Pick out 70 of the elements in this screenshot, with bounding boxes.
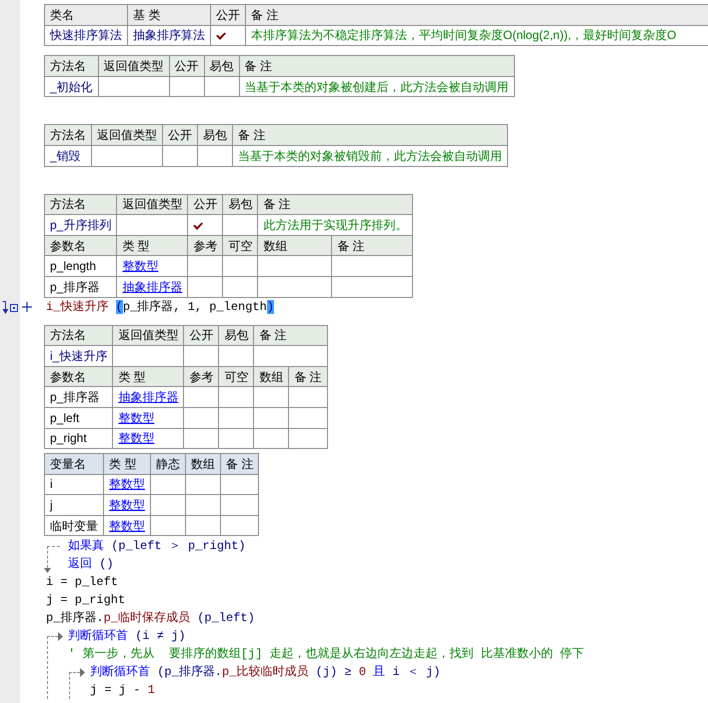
column-header: 参考: [188, 235, 223, 256]
table-cell: p_升序排列: [44, 214, 117, 236]
column-header: 公开: [162, 124, 198, 146]
column-header: 备 注: [254, 325, 328, 346]
table-cell: _销毁: [44, 145, 92, 166]
table-cell: p_length: [44, 256, 117, 276]
table-cell: p_排序器: [44, 386, 113, 408]
table-cell: 快速排序算法: [44, 25, 128, 46]
column-header: 静态: [150, 454, 186, 474]
code-line: 判断循环首 (p_排序器.p_比较临时成员 (j) ≥ 0 且 i ＜ j): [90, 664, 440, 682]
column-header: 易包: [218, 325, 254, 346]
column-header: 备 注: [258, 194, 413, 215]
table-cell: _初始化: [44, 76, 98, 97]
column-header: 类名: [44, 4, 128, 26]
table-cell: 当基于本类的对象被销毁前，此方法会被自动调用: [232, 145, 508, 166]
column-header: 返回值类型: [92, 124, 162, 146]
code-line: i = p_left: [46, 574, 118, 592]
table-cell: 临时变量: [44, 515, 104, 536]
column-header: 易包: [204, 56, 240, 76]
column-header: 数组: [186, 454, 220, 474]
code-line: 如果真 (p_left ＞ p_right): [68, 538, 246, 556]
code-line: p_排序器.p_临时保存成员 (p_left): [46, 610, 255, 628]
column-header: 方法名: [44, 194, 117, 215]
code-line: 返回 (): [68, 556, 114, 574]
column-header: 返回值类型: [112, 325, 184, 346]
code-line: j = p_right: [46, 592, 126, 610]
table-cell: p_left: [44, 407, 113, 428]
column-header: 类 型: [116, 235, 188, 256]
code-line: 判断循环首 (i ≠ j): [68, 628, 186, 646]
column-header: 返回值类型: [98, 56, 170, 76]
column-header: 公开: [210, 4, 246, 26]
column-header: 基 类: [128, 4, 210, 26]
table-cell: j: [44, 494, 104, 516]
column-header: 参数名: [44, 366, 113, 387]
column-header: 方法名: [44, 124, 92, 146]
code-line: i_快速升序 (p_排序器, 1, p_length): [46, 298, 274, 316]
column-header: 参数名: [44, 235, 117, 256]
column-header: 易包: [198, 124, 232, 146]
column-header: 公开: [184, 325, 219, 346]
table-cell: 此方法用于实现升序排列。: [258, 214, 413, 236]
column-header: 易包: [222, 194, 258, 215]
column-header: 返回值类型: [116, 194, 188, 215]
table-cell: p_right: [44, 428, 113, 449]
column-header: 方法名: [44, 56, 98, 76]
flow-line: [66, 668, 86, 700]
column-header: 方法名: [44, 325, 113, 346]
column-header: 公开: [169, 56, 204, 76]
table-cell: 当基于本类的对象被创建后，此方法会被自动调用: [239, 76, 514, 97]
code-line: j = j - 1: [90, 682, 155, 700]
column-header: 备 注: [288, 366, 328, 387]
column-header: 类 型: [104, 454, 150, 474]
table-cell: 抽象排序算法: [128, 25, 210, 46]
column-header: 参考: [184, 366, 219, 387]
flow-line: [44, 632, 64, 700]
column-header: 可空: [222, 235, 258, 256]
column-header: 备 注: [246, 4, 708, 26]
column-header: 类 型: [112, 366, 184, 387]
column-header: 备 注: [220, 454, 259, 474]
column-header: 备 注: [332, 235, 413, 256]
column-header: 变量名: [44, 454, 104, 474]
column-header: 公开: [188, 194, 223, 215]
table-cell: p_排序器: [44, 276, 117, 298]
table-cell: i_快速升序: [44, 346, 113, 366]
column-header: 备 注: [232, 124, 508, 146]
column-header: 可空: [218, 366, 254, 387]
column-header: 数组: [258, 235, 332, 256]
table-cell: i: [44, 474, 104, 495]
column-header: 备 注: [239, 56, 514, 76]
code-comment: ' 第一步，先从 要排序的数组[j] 走起，也就是从右边向左边走起，找到 比基准数小的 停下: [68, 646, 584, 664]
column-header: 数组: [254, 366, 289, 387]
